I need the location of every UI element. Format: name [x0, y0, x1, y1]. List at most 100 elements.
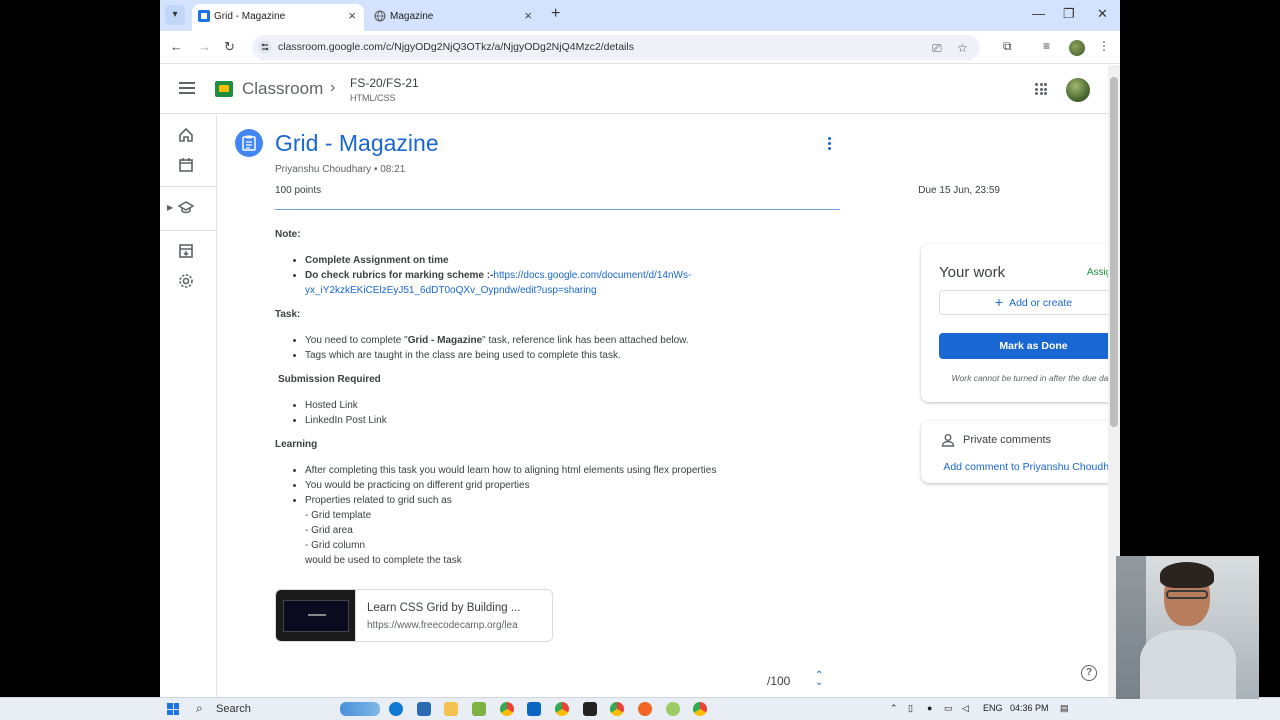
more-options-icon[interactable]: [828, 137, 832, 151]
extensions-icon[interactable]: ⧉: [1003, 39, 1012, 54]
tab-search-chevron-icon[interactable]: ▾: [165, 5, 185, 25]
tab-strip: ▾ Grid - Magazine × Magazine × + — ❐ ✕: [160, 0, 1120, 31]
chrome-icon[interactable]: [610, 702, 624, 716]
taskbar-search[interactable]: Search: [216, 703, 251, 715]
classroom-logo-icon[interactable]: [215, 81, 233, 97]
classroom-favicon-icon: [198, 10, 210, 22]
browser-menu-icon[interactable]: ⋮: [1098, 39, 1110, 53]
scrollbar-thumb[interactable]: [1110, 77, 1118, 427]
file-explorer-icon[interactable]: [444, 702, 458, 716]
tab-title: Grid - Magazine: [214, 11, 286, 22]
task-list: You need to complete "Grid - Magazine" t…: [275, 333, 835, 363]
google-apps-icon[interactable]: [1035, 83, 1047, 95]
assignment-meta: Priyanshu Choudhary • 08:21: [275, 164, 406, 175]
list-item: You would be practicing on different gri…: [305, 478, 835, 493]
account-avatar[interactable]: [1066, 78, 1090, 102]
attachment-card[interactable]: Learn CSS Grid by Building ... https://w…: [275, 589, 553, 642]
note-heading: Note:: [275, 229, 301, 240]
class-section: HTML/CSS: [350, 93, 396, 103]
settings-gear-icon[interactable]: [178, 273, 194, 289]
add-comment-link[interactable]: Add comment to Priyanshu Choudhary: [921, 458, 1120, 476]
chrome-icon[interactable]: [693, 702, 707, 716]
mark-as-done-button[interactable]: Mark as Done: [939, 333, 1120, 359]
globe-icon: [374, 10, 386, 22]
cast-icon[interactable]: ⎚: [932, 41, 942, 56]
back-icon[interactable]: ←: [170, 39, 183, 54]
close-window-icon[interactable]: ✕: [1097, 6, 1108, 22]
tray-chevron-icon[interactable]: ⌃: [890, 703, 898, 714]
address-bar[interactable]: classroom.google.com/c/NjgyODg2NjQ3OTkz/…: [252, 35, 980, 60]
tray-app-icon[interactable]: ▯: [908, 703, 913, 714]
restore-icon[interactable]: ❐: [1063, 6, 1075, 22]
archived-classes-icon[interactable]: [178, 243, 194, 259]
app-name[interactable]: Classroom: [242, 79, 323, 99]
list-item: Hosted Link: [305, 398, 835, 413]
attachment-title: Learn CSS Grid by Building ...: [367, 602, 521, 614]
attachment-thumbnail: [276, 590, 356, 641]
list-item: LinkedIn Post Link: [305, 413, 835, 428]
clock[interactable]: 04:36 PM: [1010, 703, 1049, 713]
chrome-icon[interactable]: [500, 702, 514, 716]
browser-toolbar: ← → ↻ classroom.google.com/c/NjgyODg2NjQ…: [160, 31, 1120, 64]
enrolled-classes-icon[interactable]: [178, 200, 194, 216]
site-info-icon[interactable]: [258, 40, 272, 54]
home-icon[interactable]: [178, 127, 194, 143]
app-icon[interactable]: [472, 702, 486, 716]
new-tab-icon[interactable]: +: [551, 5, 560, 23]
list-item: Tags which are taught in the class are b…: [305, 348, 835, 363]
volume-icon[interactable]: ◁: [962, 703, 969, 714]
windows-start-icon[interactable]: [167, 703, 179, 715]
minimize-icon[interactable]: —: [1032, 6, 1045, 21]
rail-divider: [160, 230, 216, 231]
notifications-icon[interactable]: ▤: [1060, 703, 1069, 714]
app-icon[interactable]: [666, 702, 680, 716]
grade-label: /100: [767, 674, 791, 688]
assignment-due: Due 15 Jun, 23:59: [918, 185, 1000, 196]
grade-stepper-icon[interactable]: ⌃ ⌄: [815, 671, 823, 688]
search-icon[interactable]: ⌕: [196, 701, 203, 716]
sub-line: would be used to complete the task: [305, 555, 462, 566]
app-icon[interactable]: [417, 702, 431, 716]
tab-magazine[interactable]: Magazine ×: [368, 4, 540, 31]
chrome-icon[interactable]: [555, 702, 569, 716]
close-tab-icon[interactable]: ×: [524, 8, 532, 23]
browser-window: ▾ Grid - Magazine × Magazine × + — ❐ ✕ ←…: [160, 0, 1120, 697]
url-text: classroom.google.com/c/NjgyODg2NjQ3OTkz/…: [278, 41, 634, 53]
left-nav-rail: ▶: [160, 115, 217, 697]
submission-list: Hosted Link LinkedIn Post Link: [275, 398, 835, 428]
learning-list: After completing this task you would lea…: [275, 463, 835, 568]
forward-icon[interactable]: →: [198, 39, 211, 54]
sub-line: - Grid area: [305, 525, 353, 536]
media-controls-icon[interactable]: ≡: [1043, 39, 1050, 53]
tab-grid-magazine[interactable]: Grid - Magazine ×: [192, 4, 364, 31]
reload-icon[interactable]: ↻: [224, 39, 235, 55]
close-tab-icon[interactable]: ×: [348, 8, 356, 23]
main-menu-icon[interactable]: [179, 82, 195, 94]
rail-divider: [160, 186, 216, 187]
app-icon[interactable]: [583, 702, 597, 716]
add-or-create-button[interactable]: + Add or create: [939, 290, 1120, 315]
vscode-icon[interactable]: [527, 702, 541, 716]
list-item: Complete Assignment on time: [305, 253, 835, 268]
breadcrumb-chevron-icon: ›: [330, 79, 336, 96]
sub-line: - Grid template: [305, 510, 372, 521]
network-icon[interactable]: ▭: [944, 703, 953, 714]
assignment-title: Grid - Magazine: [275, 130, 439, 156]
help-icon[interactable]: ?: [1081, 665, 1097, 681]
your-work-card: Your work Assigned +Add or create Mark a…: [921, 244, 1120, 402]
calendar-icon[interactable]: [178, 157, 194, 173]
language-indicator[interactable]: ENG: [983, 703, 1003, 713]
screen: ▾ Grid - Magazine × Magazine × + — ❐ ✕ ←…: [0, 0, 1280, 720]
class-name[interactable]: FS-20/FS-21: [350, 76, 419, 90]
edge-icon[interactable]: [389, 702, 403, 716]
private-comments-title: Private comments: [963, 434, 1052, 446]
expand-caret-icon[interactable]: ▶: [167, 203, 173, 212]
attachment-url: https://www.freecodecamp.org/lea: [367, 620, 518, 631]
app-icon[interactable]: [638, 702, 652, 716]
bookmark-star-icon[interactable]: ☆: [957, 41, 968, 55]
profile-avatar[interactable]: [1069, 40, 1085, 56]
microphone-icon[interactable]: ●: [927, 703, 932, 713]
list-item: Properties related to grid such as - Gri…: [305, 493, 835, 568]
webcam-overlay: [1116, 556, 1259, 699]
weather-widget-icon[interactable]: [340, 702, 380, 716]
